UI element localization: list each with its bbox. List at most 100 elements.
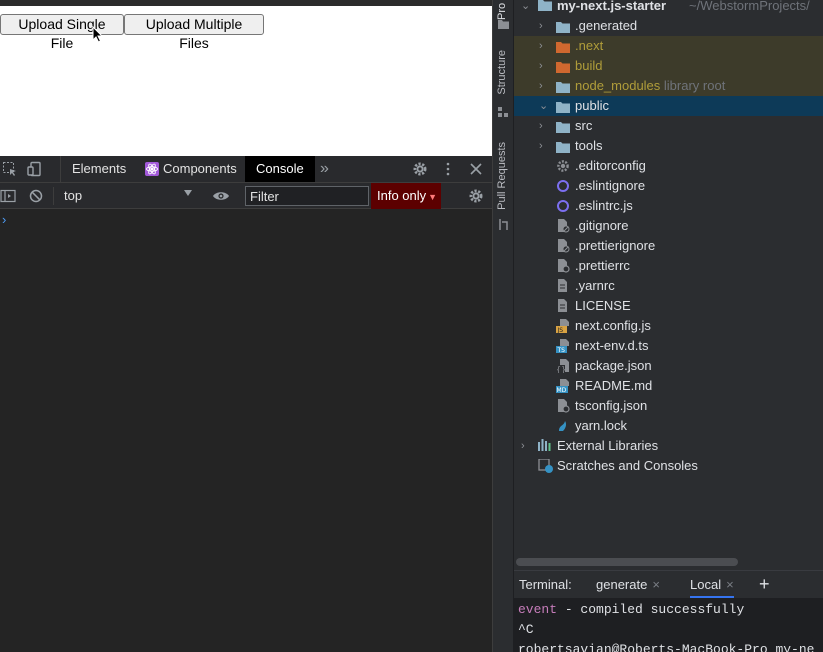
pull-requests-tool-tab[interactable]: Pull Requests: [496, 142, 508, 210]
console-settings-gear-icon[interactable]: [468, 188, 484, 204]
upload-multiple-files-button[interactable]: Upload Multiple Files: [124, 14, 264, 51]
tree-file-row[interactable]: yarn.lock: [514, 416, 823, 436]
tree-folder-row[interactable]: › .generated: [514, 16, 823, 36]
close-icon[interactable]: ×: [726, 577, 734, 592]
log-levels-dropdown[interactable]: Info only ▼: [371, 183, 441, 209]
tree-file-row[interactable]: .eslintignore: [514, 176, 823, 196]
chevron-right-icon[interactable]: ›: [539, 116, 543, 136]
horizontal-scrollbar[interactable]: [516, 558, 738, 566]
tab-elements[interactable]: Elements: [72, 156, 126, 182]
tree-file-row[interactable]: JS next.config.js: [514, 316, 823, 336]
library-icon: [538, 439, 551, 451]
clear-console-icon[interactable]: [28, 188, 44, 204]
tree-item-label: README.md: [575, 378, 653, 393]
tree-root-label: my-next.js-starter: [557, 0, 667, 13]
upload-single-file-button[interactable]: Upload Single File: [0, 14, 124, 51]
tree-item-label: yarn.lock: [575, 418, 628, 433]
scratches-icon: [538, 459, 553, 473]
console-filter-input[interactable]: [245, 186, 369, 206]
devtools-tabbar: Elements Components Console »: [0, 156, 492, 183]
toolbar-separator: [53, 187, 54, 205]
tree-item-label: node_modules library root: [575, 78, 726, 93]
chevron-down-icon: [184, 190, 192, 196]
close-icon[interactable]: ×: [652, 577, 660, 592]
tree-folder-row[interactable]: › build: [514, 56, 823, 76]
tree-file-row[interactable]: .eslintrc.js: [514, 196, 823, 216]
tree-root-row[interactable]: ⌄ my-next.js-starter ~/WebstormProjects/: [514, 0, 823, 16]
project-tree: ⌄ my-next.js-starter ~/WebstormProjects/…: [514, 0, 823, 570]
device-toolbar-icon[interactable]: [27, 161, 43, 177]
tree-item-label: tsconfig.json: [575, 398, 648, 413]
scratches-row[interactable]: Scratches and Consoles: [514, 456, 823, 476]
tree-folder-row[interactable]: › node_modules library root: [514, 76, 823, 96]
tree-folder-row[interactable]: › src: [514, 116, 823, 136]
more-tabs-button[interactable]: »: [320, 156, 329, 182]
tree-item-label: package.json: [575, 358, 652, 373]
tree-folder-row[interactable]: › .next: [514, 36, 823, 56]
svg-text:JS: JS: [557, 327, 564, 333]
tree-file-row[interactable]: .prettierrc: [514, 256, 823, 276]
project-folder-icon[interactable]: [498, 19, 509, 29]
console-prompt-chevron: ›: [2, 212, 7, 227]
terminal-tab-label: generate: [596, 577, 648, 592]
svg-text:TS: TS: [557, 347, 566, 353]
tree-item-label: .eslintrc.js: [575, 198, 633, 213]
tree-file-row[interactable]: {} package.json: [514, 356, 823, 376]
inspect-element-icon[interactable]: [2, 161, 18, 177]
tree-file-row[interactable]: TS next-env.d.ts: [514, 336, 823, 356]
terminal-keyword: event: [518, 602, 558, 617]
tree-folder-row[interactable]: ⌄ public: [514, 96, 823, 116]
chevron-right-icon[interactable]: ›: [539, 56, 543, 76]
tree-item-label: .generated: [575, 18, 638, 33]
tree-root-path: ~/WebstormProjects/: [689, 0, 810, 13]
terminal-tab-label: Local: [690, 577, 722, 592]
new-terminal-button[interactable]: +: [759, 571, 770, 598]
tree-file-row[interactable]: .gitignore: [514, 216, 823, 236]
tab-components[interactable]: Components: [163, 156, 237, 182]
tree-item-label: src: [575, 118, 593, 133]
tree-item-label: .eslintignore: [575, 178, 646, 193]
chevron-right-icon[interactable]: ›: [539, 36, 543, 56]
show-sidebar-icon[interactable]: [0, 188, 16, 204]
tree-folder-row[interactable]: › tools: [514, 136, 823, 156]
terminal-tab-generate[interactable]: generate ×: [596, 571, 660, 598]
pull-request-icon[interactable]: [498, 219, 509, 230]
tree-item-label: public: [575, 98, 609, 113]
chevron-down-icon[interactable]: ⌄: [521, 0, 530, 16]
javascript-context-select[interactable]: top: [64, 183, 82, 209]
terminal-text: - compiled successfully: [557, 602, 745, 617]
folder-icon: [538, 0, 552, 11]
structure-tool-tab[interactable]: Structure: [496, 50, 508, 95]
chevron-right-icon[interactable]: ›: [539, 16, 543, 36]
chevron-right-icon[interactable]: ›: [539, 76, 543, 96]
console-output[interactable]: ›: [0, 210, 492, 652]
console-toolbar: top Info only▼: [0, 183, 492, 209]
tree-file-row[interactable]: tsconfig.json: [514, 396, 823, 416]
svg-text:{}: {}: [556, 365, 566, 373]
structure-icon[interactable]: [498, 107, 509, 118]
tree-item-label: LICENSE: [575, 298, 631, 313]
chevron-right-icon[interactable]: ›: [539, 136, 543, 156]
tree-file-row[interactable]: LICENSE: [514, 296, 823, 316]
live-expression-eye-icon[interactable]: [212, 188, 230, 204]
external-libraries-row[interactable]: › External Libraries: [514, 436, 823, 456]
settings-gear-icon[interactable]: [412, 161, 428, 177]
chevron-right-icon[interactable]: ›: [521, 436, 525, 456]
close-devtools-icon[interactable]: [468, 161, 484, 177]
more-options-kebab-icon[interactable]: [440, 161, 456, 177]
tool-window-strip: Pro Structure Pull Requests: [493, 0, 514, 652]
terminal-output[interactable]: event - compiled successfully ^C robertsav…: [518, 600, 814, 652]
tree-file-row[interactable]: .editorconfig: [514, 156, 823, 176]
tree-file-row[interactable]: .prettierignore: [514, 236, 823, 256]
tree-item-label: .prettierignore: [575, 238, 656, 253]
terminal-tab-local[interactable]: Local ×: [690, 571, 734, 598]
log-levels-label: Info only: [377, 188, 427, 203]
tab-console[interactable]: Console: [245, 156, 315, 182]
tree-item-label: .next: [575, 38, 604, 53]
chevron-down-icon[interactable]: ⌄: [539, 96, 548, 116]
tree-file-row[interactable]: .yarnrc: [514, 276, 823, 296]
tree-file-row[interactable]: MD README.md: [514, 376, 823, 396]
project-tool-tab[interactable]: Pro: [496, 0, 508, 20]
web-page: Upload Single File Upload Multiple Files: [0, 6, 492, 156]
terminal-text: robertsavian@Roberts-MacBook-Pro my-ne: [518, 642, 815, 652]
